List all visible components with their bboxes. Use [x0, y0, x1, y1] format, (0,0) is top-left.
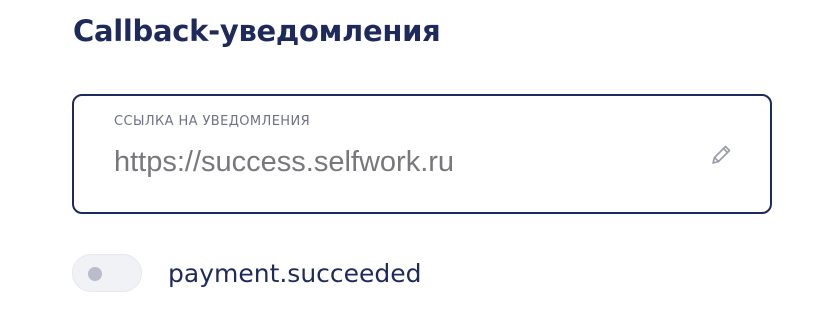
payment-succeeded-toggle[interactable]	[72, 254, 142, 292]
pencil-icon	[708, 142, 734, 168]
toggle-knob	[88, 267, 102, 281]
payment-succeeded-row: payment.succeeded	[72, 254, 422, 292]
notification-url-input[interactable]	[114, 146, 674, 179]
notification-url-label: ССЫЛКА НА УВЕДОМЛЕНИЯ	[114, 114, 311, 129]
notification-url-field[interactable]: ССЫЛКА НА УВЕДОМЛЕНИЯ	[72, 94, 772, 214]
callback-settings-page: Callback-уведомления ССЫЛКА НА УВЕДОМЛЕН…	[0, 0, 828, 314]
edit-url-button[interactable]	[708, 142, 734, 168]
payment-succeeded-label: payment.succeeded	[168, 258, 422, 288]
section-title: Callback-уведомления	[73, 14, 441, 48]
